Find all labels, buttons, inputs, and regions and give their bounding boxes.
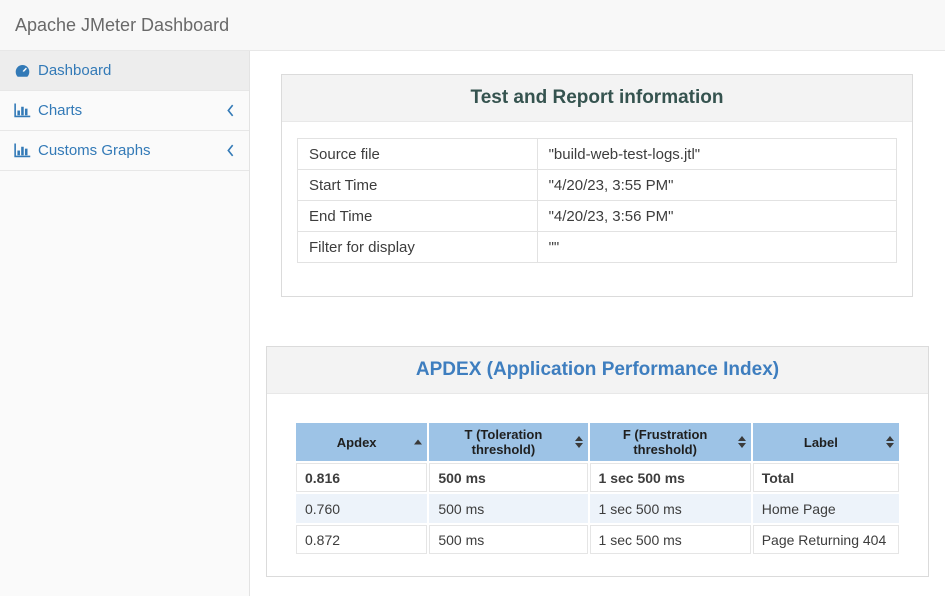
info-value: "build-web-test-logs.jtl" [537,139,896,170]
table-row: 0.872 500 ms 1 sec 500 ms Page Returning… [296,525,899,554]
info-label: Filter for display [298,232,538,263]
info-label: Source file [298,139,538,170]
sidebar-item-label: Dashboard [38,62,111,79]
column-header-label-col[interactable]: Label [753,423,899,461]
tachometer-icon [14,63,38,79]
info-label: Start Time [298,170,538,201]
column-header-label: Label [804,435,838,450]
info-label: End Time [298,201,538,232]
sidebar-item-charts[interactable]: Charts [0,91,249,131]
bar-chart-icon [14,103,38,119]
column-header-label: F (Frustration threshold) [623,427,708,457]
apdex-card-title: APDEX (Application Performance Index) [267,347,928,394]
info-card-title: Test and Report information [282,75,912,122]
label-value: Home Page [753,494,899,523]
column-header-frustration[interactable]: F (Frustration threshold) [590,423,751,461]
toleration-value: 500 ms [429,463,587,492]
sort-asc-icon [414,440,422,445]
table-row: Start Time "4/20/23, 3:55 PM" [298,170,897,201]
sort-icon [575,436,583,448]
apdex-value: 0.816 [296,463,427,492]
main-content: Test and Report information Source file … [250,51,945,596]
sidebar-item-customs-graphs[interactable]: Customs Graphs [0,131,249,171]
test-report-info-table: Source file "build-web-test-logs.jtl" St… [297,138,897,263]
toleration-value: 500 ms [429,494,587,523]
info-value: "" [537,232,896,263]
apdex-value: 0.872 [296,525,427,554]
app-title: Apache JMeter Dashboard [15,15,229,36]
table-row: 0.816 500 ms 1 sec 500 ms Total [296,463,899,492]
column-header-label: Apdex [337,435,377,450]
column-header-label: T (Toleration threshold) [465,427,543,457]
apdex-table: Apdex T (Toleration threshold) F (Frustr… [294,421,901,556]
navbar: Apache JMeter Dashboard [0,0,945,51]
label-value: Page Returning 404 [753,525,899,554]
frustration-value: 1 sec 500 ms [590,525,751,554]
sort-icon [886,436,894,448]
table-row: Filter for display "" [298,232,897,263]
apdex-card: APDEX (Application Performance Index) Ap… [266,346,929,577]
frustration-value: 1 sec 500 ms [590,494,751,523]
table-row: Source file "build-web-test-logs.jtl" [298,139,897,170]
sidebar-item-label: Customs Graphs [38,142,151,159]
info-value: "4/20/23, 3:55 PM" [537,170,896,201]
sidebar: Dashboard Charts [0,51,250,596]
column-header-apdex[interactable]: Apdex [296,423,427,461]
sort-icon [738,436,746,448]
info-value: "4/20/23, 3:56 PM" [537,201,896,232]
sidebar-item-dashboard[interactable]: Dashboard [0,51,249,91]
table-row: 0.760 500 ms 1 sec 500 ms Home Page [296,494,899,523]
sidebar-item-label: Charts [38,102,82,119]
apdex-value: 0.760 [296,494,427,523]
frustration-value: 1 sec 500 ms [590,463,751,492]
chevron-left-icon [226,104,235,117]
label-value: Total [753,463,899,492]
toleration-value: 500 ms [429,525,587,554]
bar-chart-icon [14,143,38,159]
apdex-header-row: Apdex T (Toleration threshold) F (Frustr… [296,423,899,461]
test-report-info-card: Test and Report information Source file … [281,74,913,297]
table-row: End Time "4/20/23, 3:56 PM" [298,201,897,232]
column-header-toleration[interactable]: T (Toleration threshold) [429,423,587,461]
chevron-left-icon [226,144,235,157]
